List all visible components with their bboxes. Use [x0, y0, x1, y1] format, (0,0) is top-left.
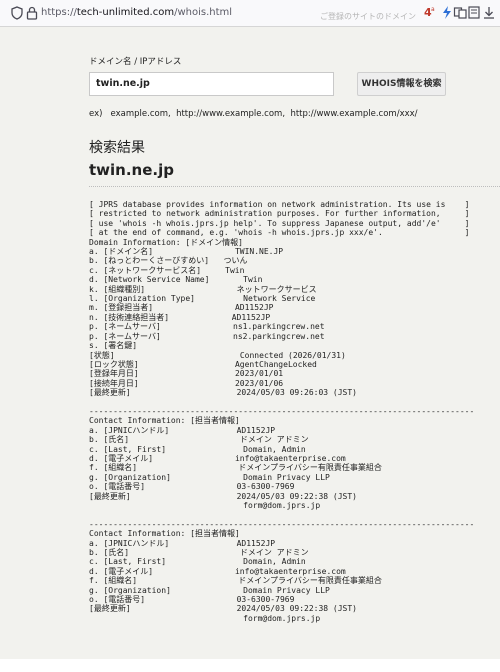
whois-line: [状態] Connected (2026/01/31)	[89, 350, 346, 360]
lightning-icon[interactable]	[440, 5, 454, 20]
whois-line: k. [組織種別] ネットワークサービス	[89, 284, 317, 294]
whois-line: [登録年月日] 2023/01/01	[89, 369, 284, 379]
result-domain: twin.ne.jp	[89, 161, 174, 179]
whois-line: b. [ねっとわーくさーびすめい] ついん	[89, 256, 248, 266]
whois-line: [ JPRS database provides information on …	[89, 200, 470, 209]
extensions-icon[interactable]	[453, 5, 467, 20]
whois-line: [最終更新] 2024/05/03 09:26:03 (JST)	[89, 388, 358, 398]
url-path: /whois.html	[174, 7, 233, 18]
whois-line: [ロック状態] AgentChangeLocked	[89, 359, 317, 369]
whois-search-button[interactable]: WHOIS情報を検索	[357, 72, 446, 96]
lock-icon[interactable]	[26, 6, 38, 20]
whois-line: a. [ドメイン名] TWIN.NE.JP	[89, 247, 284, 257]
whois-line: n. [技術連絡担当者] AD1152JP	[89, 312, 271, 322]
example-text: ex) example.com, http://www.example.com,…	[89, 109, 418, 119]
whois-line: form@dom.jprs.jp	[243, 613, 321, 623]
download-icon[interactable]	[482, 5, 496, 20]
whois-line: g. [Organization] Domain Privacy LLP	[89, 472, 330, 482]
whois-line: o. [電話番号] 03-6300-7969	[89, 595, 295, 605]
whois-line: c. [Last, First] Domain, Admin	[89, 444, 306, 454]
browser-toolbar: https://tech-unlimited.com/whois.html 4 …	[0, 0, 500, 27]
domain-input[interactable]: twin.ne.jp	[89, 72, 334, 96]
domain-label: ドメイン名 / IPアドレス	[89, 57, 182, 67]
whois-line: l. [Organization Type] Network Service	[89, 294, 316, 304]
whois-line: Contact Information: [担当者情報]	[89, 529, 240, 539]
whois-line: Domain Information: [ドメイン情報]	[89, 237, 243, 247]
url-prefix: https://	[41, 7, 77, 18]
whois-line: s. [署名鍵]	[89, 341, 138, 351]
whois-line: f. [組織名] ドメインプライバシー有限責任事業組合	[89, 576, 382, 586]
whois-line: ----------------------------------------…	[89, 406, 475, 416]
whois-line: o. [電話番号] 03-6300-7969	[89, 482, 295, 492]
whois-line: b. [氏名] ドメイン アドミン	[89, 435, 309, 445]
url-bar[interactable]: https://tech-unlimited.com/whois.html	[41, 7, 232, 18]
whois-line: m. [登録担当者] AD1152JP	[89, 303, 274, 313]
whois-line: ----------------------------------------…	[89, 519, 475, 529]
whois-line: [最終更新] 2024/05/03 09:22:38 (JST)	[89, 491, 358, 501]
reader-icon[interactable]	[467, 5, 481, 20]
bottom-strip	[0, 659, 500, 672]
cutoff-text: ご登録のサイトのドメイン	[320, 12, 416, 21]
whois-line: [最終更新] 2024/05/03 09:22:38 (JST)	[89, 604, 358, 614]
whois-line: [接続年月日] 2023/01/06	[89, 378, 284, 388]
svg-text:a: a	[431, 6, 435, 13]
url-host: tech-unlimited.com	[76, 7, 175, 18]
whois-line: p. [ネームサーバ] ns2.parkingcrew.net	[89, 331, 325, 341]
whois-line: Contact Information: [担当者情報]	[89, 416, 240, 426]
whois-line: d. [Network Service Name] Twin	[89, 275, 263, 285]
whois-page: ドメイン名 / IPアドレス twin.ne.jp WHOIS情報を検索 ex)…	[77, 27, 500, 659]
whois-line: f. [組織名] ドメインプライバシー有限責任事業組合	[89, 463, 382, 473]
whois-output: [ JPRS database provides information on …	[89, 200, 489, 640]
whois-line: d. [電子メイル] info@takaenterprise.com	[89, 566, 346, 576]
shield-icon[interactable]	[10, 6, 24, 20]
whois-line: c. [Last, First] Domain, Admin	[89, 557, 306, 567]
whois-line: g. [Organization] Domain Privacy LLP	[89, 585, 330, 595]
whois-line: p. [ネームサーバ] ns1.parkingcrew.net	[89, 322, 325, 332]
whois-line: [ use 'whois -h whois.jprs.jp help'. To …	[89, 218, 470, 228]
whois-line: form@dom.jprs.jp	[243, 501, 321, 510]
whois-line: a. [JPNICハンドル] AD1152JP	[89, 425, 276, 435]
whois-line: b. [氏名] ドメイン アドミン	[89, 548, 309, 558]
divider	[89, 186, 500, 187]
whois-line: [ at the end of command, e.g. 'whois -h …	[89, 228, 470, 238]
whois-line: c. [ネットワークサービス名] Twin	[89, 265, 245, 275]
whois-line: a. [JPNICハンドル] AD1152JP	[89, 538, 276, 548]
translate-icon[interactable]: 4 a	[423, 5, 437, 20]
results-heading: 検索結果	[89, 140, 145, 156]
whois-line: [ restricted to network administration p…	[89, 209, 470, 219]
whois-line: d. [電子メイル] info@takaenterprise.com	[89, 453, 346, 463]
